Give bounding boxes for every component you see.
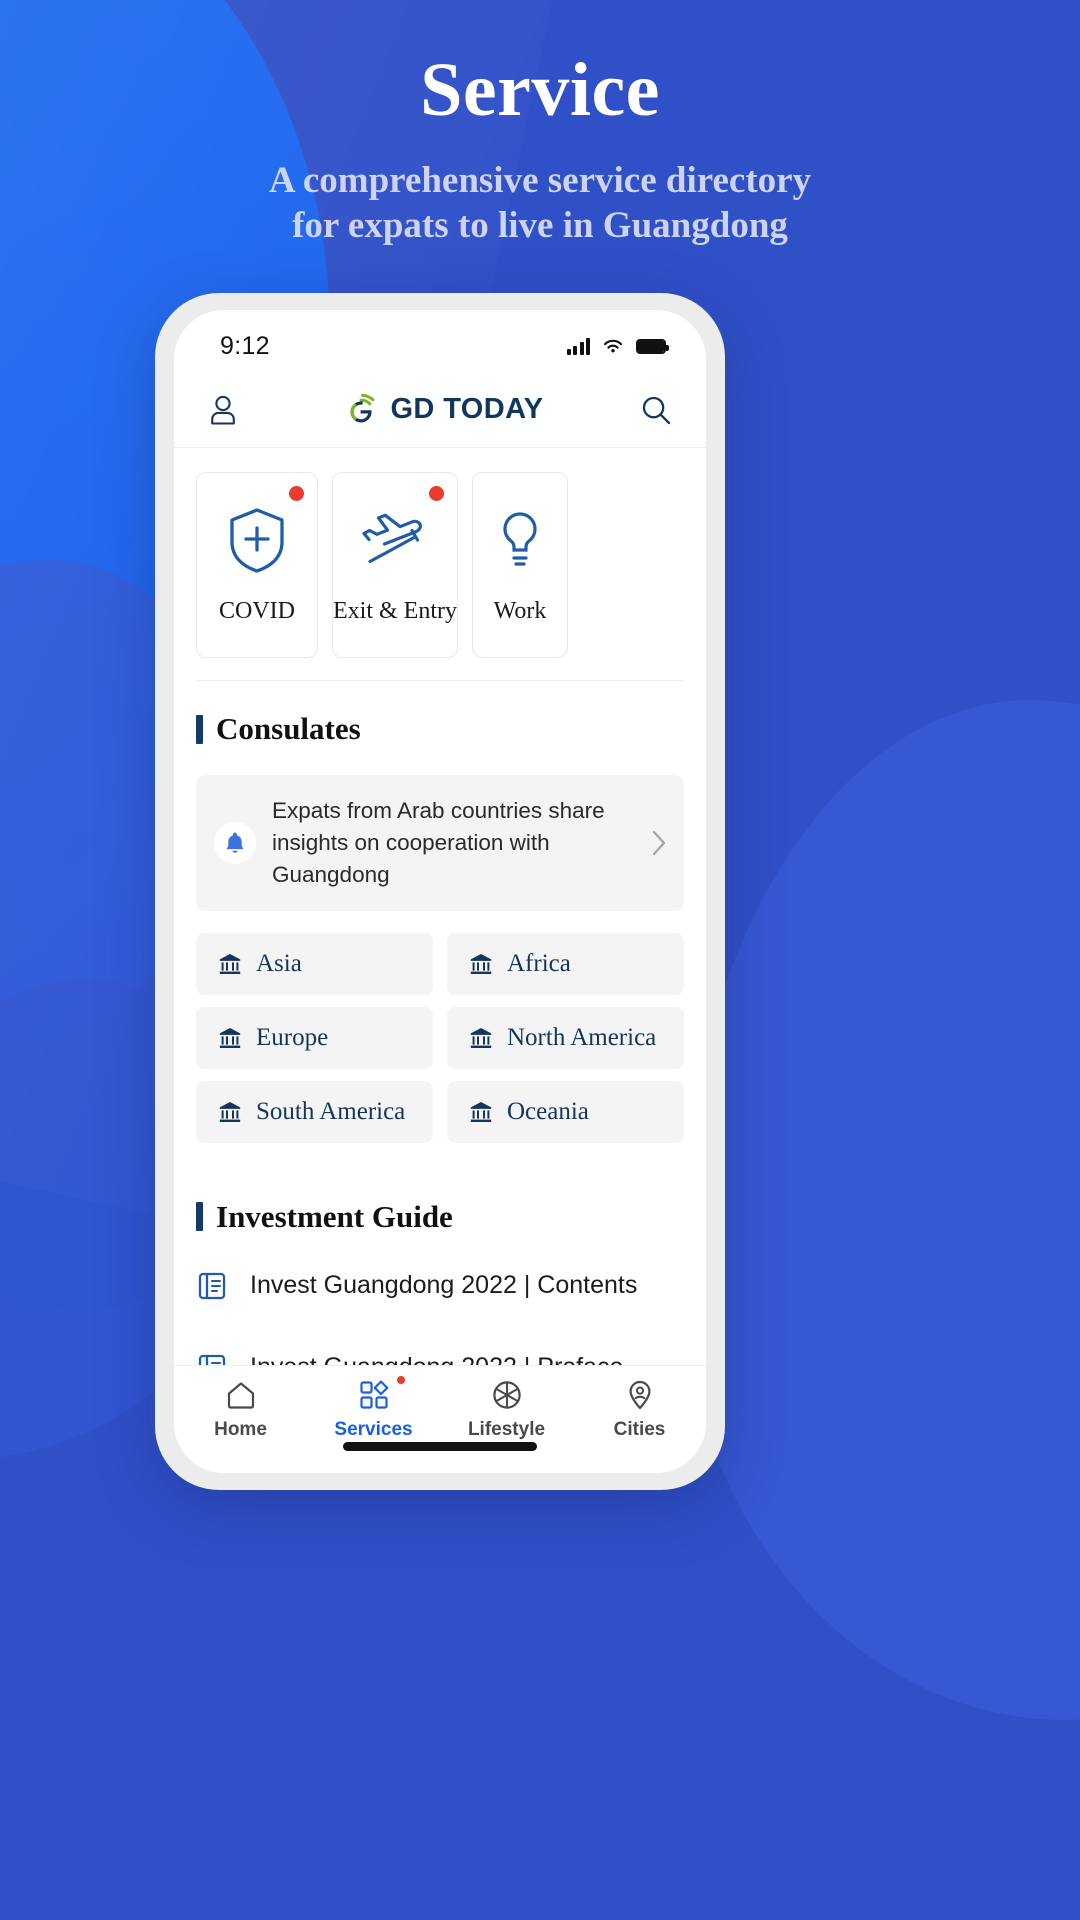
region-chip-south-america[interactable]: South America xyxy=(196,1080,433,1143)
bank-building-icon xyxy=(219,1027,241,1048)
battery-full-icon xyxy=(636,338,669,354)
region-chip-label: Oceania xyxy=(507,1097,589,1125)
list-item-label: Invest Guangdong 2022 | Contents xyxy=(250,1271,638,1300)
region-chip-label: Asia xyxy=(256,949,302,977)
quick-services-carousel[interactable]: COVID Exit & Entry Work xyxy=(174,448,706,680)
home-indicator xyxy=(343,1442,537,1451)
region-chip-asia[interactable]: Asia xyxy=(196,932,433,995)
app-logo: GD TODAY xyxy=(342,391,543,429)
promo-subtitle-line1: A comprehensive service directory xyxy=(268,160,812,201)
consulates-notice-text: Expats from Arab countries share insight… xyxy=(272,798,605,887)
service-card-label: Exit & Entry xyxy=(333,597,457,624)
region-chip-north-america[interactable]: North America xyxy=(447,1006,684,1069)
region-chip-africa[interactable]: Africa xyxy=(447,932,684,995)
tab-label: Cities xyxy=(613,1419,666,1440)
consulates-region-grid[interactable]: Asia Africa Europe North America South A… xyxy=(174,911,706,1169)
promo-title: Service xyxy=(420,48,660,132)
app-logo-text: GD TODAY xyxy=(390,393,544,425)
promo-subtitle-line2: for expats to live in Guangdong xyxy=(292,205,788,247)
consulates-notice-banner[interactable]: Expats from Arab countries share insight… xyxy=(196,775,684,911)
service-card-covid[interactable]: COVID xyxy=(196,472,318,658)
list-item[interactable]: Invest Guangdong 2022 | Contents xyxy=(196,1245,684,1327)
investment-guide-heading: Investment Guide xyxy=(216,1198,453,1234)
aperture-lifestyle-icon xyxy=(492,1381,521,1409)
investment-guide-list[interactable]: Invest Guangdong 2022 | Contents Invest … xyxy=(174,1240,706,1365)
service-card-exit-entry[interactable]: Exit & Entry xyxy=(332,472,458,658)
map-pin-cities-icon xyxy=(629,1380,650,1410)
status-bar: 9:12 xyxy=(174,310,706,372)
bank-building-icon xyxy=(219,953,241,974)
work-icon xyxy=(503,511,537,566)
bottom-navigation[interactable]: Home Services Lifestyle Cities xyxy=(174,1365,706,1473)
list-item[interactable]: Invest Guangdong 2022 | Preface xyxy=(196,1327,684,1365)
wifi-icon xyxy=(603,339,623,353)
search-icon[interactable] xyxy=(640,394,672,426)
investment-guide-section-header: Investment Guide xyxy=(174,1169,706,1241)
tab-label: Services xyxy=(334,1419,413,1440)
chevron-right-icon xyxy=(652,830,666,856)
bank-building-icon xyxy=(470,953,492,974)
promo-subtitle: A comprehensive service directory for ex… xyxy=(0,158,1080,248)
background-blob-right xyxy=(680,700,1080,1720)
tab-cities[interactable]: Cities xyxy=(581,1378,699,1441)
status-bar-icons xyxy=(566,337,669,355)
service-card-label: COVID xyxy=(219,597,295,624)
service-card-label: Work xyxy=(493,597,547,624)
region-chip-oceania[interactable]: Oceania xyxy=(447,1080,684,1143)
section-accent-bar xyxy=(196,714,203,744)
consulates-section-header: Consulates xyxy=(174,681,706,753)
promo-headline: Service A comprehensive service director… xyxy=(0,52,1080,248)
bank-building-icon xyxy=(470,1027,492,1048)
region-chip-label: South America xyxy=(256,1097,406,1125)
region-chip-europe[interactable]: Europe xyxy=(196,1006,433,1069)
region-chip-label: Africa xyxy=(507,949,571,977)
notification-badge-dot xyxy=(428,486,444,501)
tab-home[interactable]: Home xyxy=(182,1378,300,1441)
bell-icon xyxy=(226,832,244,853)
cellular-signal-icon xyxy=(566,337,590,355)
notification-badge-dot xyxy=(289,486,304,501)
grid-services-icon xyxy=(359,1380,388,1409)
app-header: GD TODAY xyxy=(174,372,706,448)
section-accent-bar xyxy=(196,1202,203,1232)
quick-services-panel: COVID Exit & Entry Work Consulates Expat… xyxy=(174,448,706,1169)
phone-screen: 9:12 GD TODAY COVID Exit & Entry Work Co… xyxy=(174,310,706,1473)
region-chip-label: Europe xyxy=(256,1023,329,1051)
tab-label: Lifestyle xyxy=(467,1419,546,1440)
tab-lifestyle[interactable]: Lifestyle xyxy=(448,1378,566,1441)
phone-mockup: 9:12 GD TODAY COVID Exit & Entry Work Co… xyxy=(155,293,725,1490)
list-item-label: Invest Guangdong 2022 | Preface xyxy=(250,1353,623,1365)
home-icon xyxy=(227,1382,254,1409)
bank-building-icon xyxy=(219,1101,241,1122)
book-icon xyxy=(198,1354,226,1365)
investment-guide-panel: Investment Guide Invest Guangdong 2022 |… xyxy=(174,1168,706,1365)
shield-plus-icon xyxy=(230,507,284,573)
app-content[interactable]: COVID Exit & Entry Work Consulates Expat… xyxy=(174,448,706,1365)
bell-icon-container xyxy=(214,821,256,864)
service-card-work[interactable]: Work xyxy=(471,472,568,658)
consulates-heading: Consulates xyxy=(216,711,361,746)
notification-badge-dot xyxy=(396,1376,405,1384)
bank-building-icon xyxy=(470,1101,492,1122)
gd-today-logo-icon xyxy=(350,393,375,422)
tab-services[interactable]: Services xyxy=(315,1376,433,1441)
book-icon xyxy=(198,1272,226,1299)
user-profile-icon[interactable] xyxy=(208,394,238,426)
tab-label: Home xyxy=(214,1419,267,1440)
region-chip-label: North America xyxy=(507,1023,657,1051)
status-bar-time: 9:12 xyxy=(220,331,270,360)
airplane-departure-icon xyxy=(362,513,422,563)
